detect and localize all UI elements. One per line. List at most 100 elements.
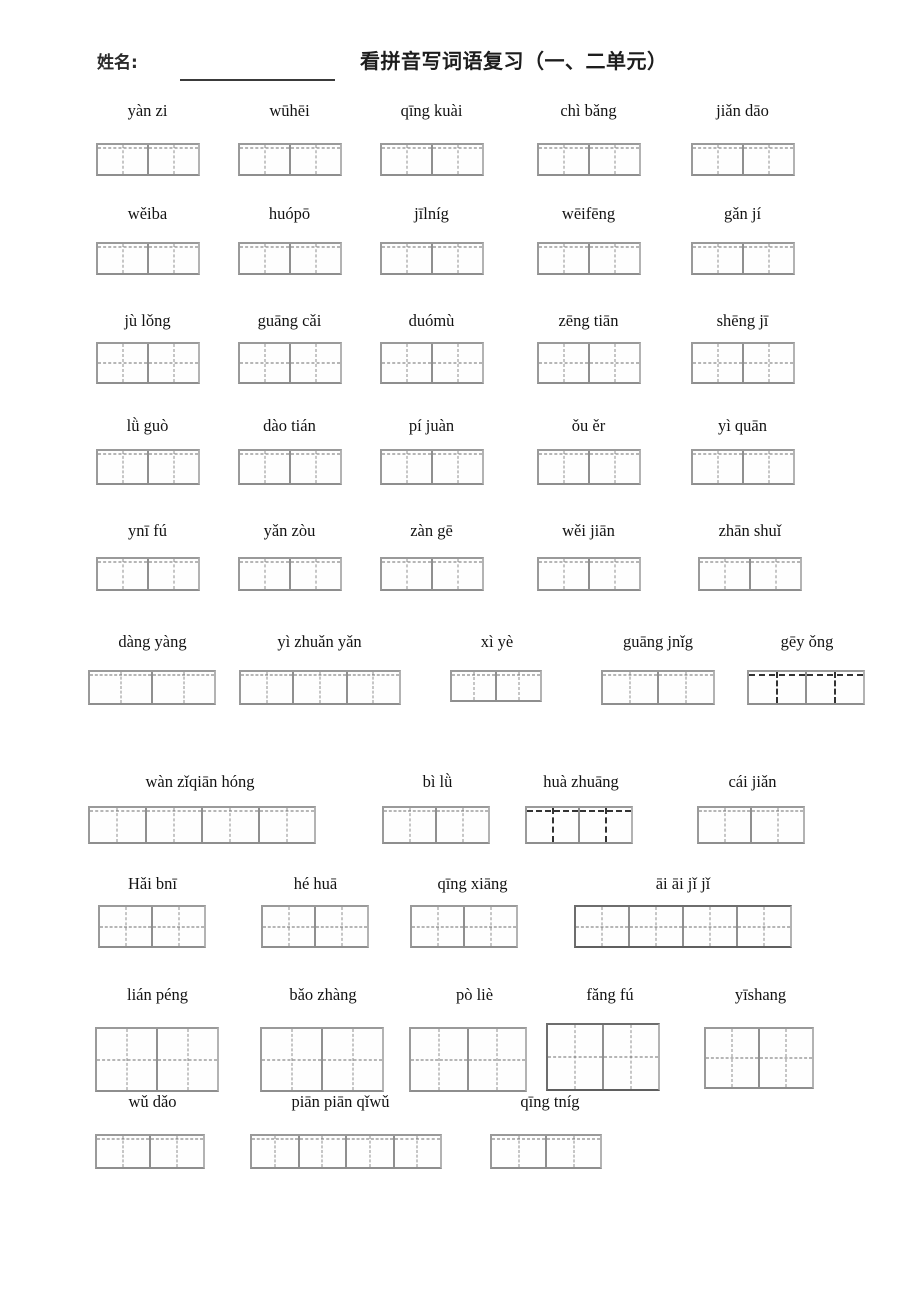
grid-cell[interactable]	[98, 344, 149, 382]
grid-cell[interactable]	[382, 344, 433, 382]
tianzige-grid[interactable]	[410, 905, 518, 948]
tianzige-grid[interactable]	[574, 905, 792, 948]
grid-cell[interactable]	[433, 244, 482, 273]
tianzige-grid[interactable]	[537, 557, 641, 591]
tianzige-grid[interactable]	[95, 1027, 219, 1092]
grid-cell[interactable]	[659, 672, 713, 703]
grid-cell[interactable]	[382, 451, 433, 483]
grid-cell[interactable]	[590, 559, 639, 589]
grid-cell[interactable]	[240, 145, 291, 174]
grid-cell[interactable]	[433, 145, 482, 174]
grid-cell[interactable]	[158, 1029, 217, 1090]
tianzige-grid[interactable]	[88, 670, 216, 705]
tianzige-grid[interactable]	[546, 1023, 660, 1091]
grid-cell[interactable]	[465, 907, 516, 946]
grid-cell[interactable]	[744, 244, 793, 273]
tianzige-grid[interactable]	[96, 449, 200, 485]
grid-cell[interactable]	[603, 672, 659, 703]
grid-cell[interactable]	[147, 808, 203, 842]
grid-cell[interactable]	[411, 1029, 469, 1090]
grid-cell[interactable]	[751, 559, 800, 589]
grid-cell[interactable]	[590, 244, 639, 273]
grid-cell[interactable]	[262, 1029, 323, 1090]
grid-cell[interactable]	[149, 344, 198, 382]
grid-cell[interactable]	[684, 907, 738, 946]
grid-cell[interactable]	[240, 559, 291, 589]
grid-cell[interactable]	[263, 907, 316, 946]
grid-cell[interactable]	[291, 451, 340, 483]
grid-cell[interactable]	[323, 1029, 382, 1090]
tianzige-grid[interactable]	[691, 449, 795, 485]
grid-cell[interactable]	[97, 1029, 158, 1090]
grid-cell[interactable]	[539, 451, 590, 483]
grid-cell[interactable]	[744, 145, 793, 174]
tianzige-grid[interactable]	[238, 557, 342, 591]
tianzige-grid[interactable]	[697, 806, 805, 844]
tianzige-grid[interactable]	[525, 806, 633, 844]
name-blank-line[interactable]	[180, 79, 335, 81]
grid-cell[interactable]	[153, 672, 214, 703]
tianzige-grid[interactable]	[238, 242, 342, 275]
tianzige-grid[interactable]	[490, 1134, 602, 1169]
grid-cell[interactable]	[437, 808, 488, 842]
tianzige-grid[interactable]	[382, 806, 490, 844]
grid-cell[interactable]	[291, 244, 340, 273]
grid-cell[interactable]	[348, 672, 399, 703]
tianzige-grid[interactable]	[691, 143, 795, 176]
grid-cell[interactable]	[412, 907, 465, 946]
grid-cell[interactable]	[492, 1136, 547, 1167]
grid-cell[interactable]	[260, 808, 315, 842]
grid-cell[interactable]	[240, 244, 291, 273]
grid-cell[interactable]	[548, 1025, 604, 1089]
tianzige-grid[interactable]	[96, 143, 200, 176]
grid-cell[interactable]	[384, 808, 437, 842]
grid-cell[interactable]	[693, 244, 744, 273]
grid-cell[interactable]	[539, 559, 590, 589]
grid-cell[interactable]	[203, 808, 260, 842]
grid-cell[interactable]	[149, 145, 198, 174]
tianzige-grid[interactable]	[698, 557, 802, 591]
tianzige-grid[interactable]	[380, 143, 484, 176]
grid-cell[interactable]	[576, 907, 630, 946]
tianzige-grid[interactable]	[691, 242, 795, 275]
grid-cell[interactable]	[300, 1136, 347, 1167]
grid-cell[interactable]	[98, 145, 149, 174]
grid-cell[interactable]	[90, 672, 153, 703]
grid-cell[interactable]	[604, 1025, 658, 1089]
grid-cell[interactable]	[98, 244, 149, 273]
grid-cell[interactable]	[97, 1136, 151, 1167]
grid-cell[interactable]	[90, 808, 147, 842]
grid-cell[interactable]	[433, 451, 482, 483]
grid-cell[interactable]	[433, 559, 482, 589]
grid-cell[interactable]	[151, 1136, 203, 1167]
tianzige-grid[interactable]	[537, 143, 641, 176]
tianzige-grid[interactable]	[96, 557, 200, 591]
grid-cell[interactable]	[100, 907, 153, 946]
tianzige-grid[interactable]	[380, 449, 484, 485]
grid-cell[interactable]	[241, 672, 295, 703]
tianzige-grid[interactable]	[250, 1134, 442, 1169]
grid-cell[interactable]	[744, 451, 793, 483]
tianzige-grid[interactable]	[537, 342, 641, 384]
grid-cell[interactable]	[98, 451, 149, 483]
grid-cell[interactable]	[149, 559, 198, 589]
tianzige-grid[interactable]	[88, 806, 316, 844]
grid-cell[interactable]	[316, 907, 367, 946]
grid-cell[interactable]	[347, 1136, 395, 1167]
tianzige-grid[interactable]	[380, 557, 484, 591]
grid-cell[interactable]	[744, 344, 793, 382]
grid-cell[interactable]	[291, 559, 340, 589]
grid-cell[interactable]	[291, 145, 340, 174]
tianzige-grid[interactable]	[96, 342, 200, 384]
grid-cell[interactable]	[149, 244, 198, 273]
grid-cell[interactable]	[252, 1136, 300, 1167]
grid-cell[interactable]	[149, 451, 198, 483]
grid-cell[interactable]	[382, 145, 433, 174]
tianzige-grid[interactable]	[238, 143, 342, 176]
tianzige-grid[interactable]	[95, 1134, 205, 1169]
grid-cell[interactable]	[693, 344, 744, 382]
tianzige-grid[interactable]	[537, 449, 641, 485]
grid-cell[interactable]	[580, 808, 631, 842]
tianzige-grid[interactable]	[450, 670, 542, 702]
grid-cell[interactable]	[738, 907, 790, 946]
